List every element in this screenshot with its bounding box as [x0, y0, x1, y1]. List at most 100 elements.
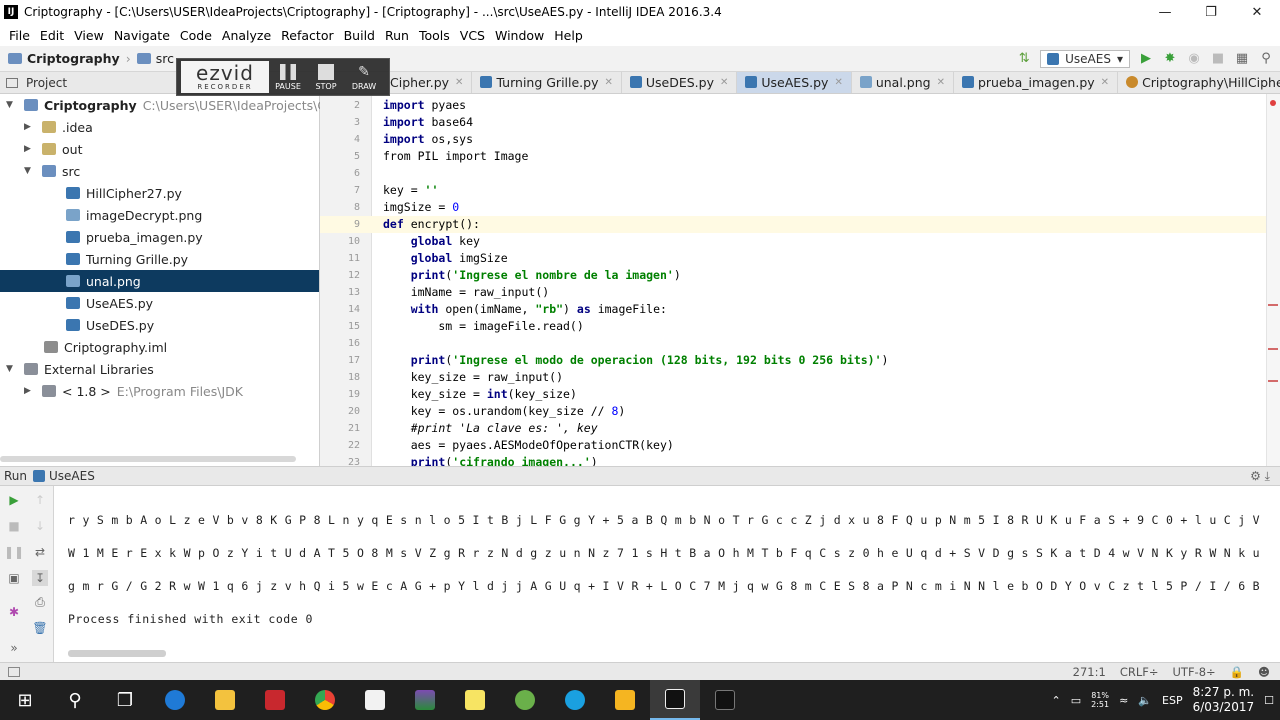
notifications-icon[interactable]: ☐	[1264, 694, 1274, 707]
print-icon[interactable]: ⎙	[32, 594, 48, 610]
store-icon[interactable]	[350, 680, 400, 720]
caret-position[interactable]: 271:1	[1073, 665, 1106, 679]
warning-marker[interactable]	[1268, 380, 1278, 382]
scroll-down-icon[interactable]: ↓	[32, 518, 48, 534]
ezvid-draw-button[interactable]: ✎ DRAW	[345, 64, 383, 91]
file-encoding[interactable]: UTF-8÷	[1173, 665, 1216, 679]
menu-analyze[interactable]: Analyze	[217, 28, 276, 43]
reader-app-icon[interactable]	[250, 680, 300, 720]
minimize-icon[interactable]: —	[1142, 5, 1188, 20]
debug-icon[interactable]: ✸	[1162, 51, 1178, 67]
chevron-up-icon[interactable]: ⌃	[1052, 694, 1061, 707]
menu-navigate[interactable]: Navigate	[109, 28, 175, 43]
stop-icon[interactable]: ■	[1210, 51, 1226, 67]
utorrent-icon[interactable]	[500, 680, 550, 720]
ezvid-pause-button[interactable]: PAUSE	[269, 63, 307, 91]
run-config-name[interactable]: UseAES	[49, 469, 95, 483]
windows-start-icon[interactable]: ⊞	[0, 680, 50, 720]
tree-item-idea[interactable]: ▶ .idea	[24, 116, 93, 138]
build-icon[interactable]: ⇅	[1016, 51, 1032, 67]
wifi-icon[interactable]: ≈	[1119, 694, 1128, 707]
breadcrumb-src[interactable]: src	[156, 51, 174, 66]
tree-item-hillcipher27[interactable]: HillCipher27.py	[66, 182, 182, 204]
project-structure-icon[interactable]: ▦	[1234, 51, 1250, 67]
tree-item-src[interactable]: ▼ src	[24, 160, 80, 182]
clear-all-icon[interactable]: 🗑	[32, 620, 48, 636]
run-icon[interactable]: ▶	[1138, 51, 1154, 67]
menu-code[interactable]: Code	[175, 28, 217, 43]
pin-tab-icon[interactable]: ✱	[6, 604, 22, 620]
tree-item-unal-png[interactable]: unal.png	[0, 270, 319, 292]
console-horizontal-scrollbar[interactable]	[68, 650, 166, 657]
code-editor[interactable]: 2 import pyaes 3 import base64 4 import os,…	[320, 94, 1280, 466]
edge-browser-icon[interactable]	[150, 680, 200, 720]
tree-item-useaes[interactable]: UseAES.py	[66, 292, 153, 314]
coverage-icon[interactable]: ◉	[1186, 51, 1202, 67]
restore-icon[interactable]: ❐	[1188, 5, 1234, 20]
rerun-icon[interactable]: ▶	[6, 492, 22, 508]
warning-marker[interactable]	[1268, 348, 1278, 350]
skype-icon[interactable]	[550, 680, 600, 720]
intellij-taskbar-icon[interactable]	[650, 680, 700, 720]
search-everywhere-icon[interactable]: ⚲	[1258, 51, 1274, 67]
menu-edit[interactable]: Edit	[35, 28, 69, 43]
stop-icon[interactable]: ■	[6, 518, 22, 534]
folder-app-icon[interactable]	[600, 680, 650, 720]
menu-view[interactable]: View	[69, 28, 109, 43]
tree-item-criptography-iml[interactable]: Criptography.iml	[44, 336, 167, 358]
hector-icon[interactable]: ☻	[1258, 665, 1270, 679]
tree-item-usedes[interactable]: UseDES.py	[66, 314, 154, 336]
chrome-icon[interactable]	[300, 680, 350, 720]
menu-refactor[interactable]: Refactor	[276, 28, 338, 43]
scroll-to-end-icon[interactable]: ↧	[32, 570, 48, 586]
language-indicator[interactable]: ESP	[1162, 694, 1183, 707]
movie-maker-icon[interactable]	[400, 680, 450, 720]
project-horizontal-scrollbar[interactable]	[0, 456, 296, 462]
close-tab-icon[interactable]: ✕	[455, 77, 463, 88]
close-tab-icon[interactable]: ✕	[720, 77, 728, 88]
restore-layout-icon[interactable]: ▣	[6, 570, 22, 586]
tree-item-turning-grille[interactable]: Turning Grille.py	[66, 248, 188, 270]
tab-useaes[interactable]: UseAES.py ✕	[737, 72, 852, 93]
close-icon[interactable]: ✕	[1234, 5, 1280, 20]
menu-build[interactable]: Build	[339, 28, 380, 43]
close-tab-icon[interactable]: ✕	[937, 77, 945, 88]
terminal-icon[interactable]	[700, 680, 750, 720]
editor-vertical-scrollbar[interactable]	[1266, 94, 1280, 466]
menu-tools[interactable]: Tools	[414, 28, 455, 43]
tab-usedes[interactable]: UseDES.py ✕	[622, 72, 738, 93]
pause-output-icon[interactable]: ❚❚	[4, 544, 24, 560]
battery-icon[interactable]: ▭	[1071, 694, 1081, 707]
breadcrumb-project[interactable]: Criptography	[27, 51, 120, 66]
tree-item-out[interactable]: ▶ out	[24, 138, 82, 160]
tab-unal-png[interactable]: unal.png ✕	[852, 72, 954, 93]
file-explorer-icon[interactable]	[200, 680, 250, 720]
tree-item-imagedecrypt[interactable]: imageDecrypt.png	[66, 204, 202, 226]
menu-vcs[interactable]: VCS	[455, 28, 490, 43]
menu-help[interactable]: Help	[549, 28, 588, 43]
close-tab-icon[interactable]: ✕	[834, 77, 842, 88]
tab-turning-grille[interactable]: Turning Grille.py ✕	[472, 72, 622, 93]
sticky-notes-icon[interactable]	[450, 680, 500, 720]
tree-item-jdk[interactable]: ▶ < 1.8 > E:\Program Files\JDK	[24, 380, 243, 402]
soft-wrap-icon[interactable]: ⇄	[32, 544, 48, 560]
tab-criptography-hillcipher[interactable]: Criptography\HillCipher.py✕	[1118, 72, 1280, 93]
clock[interactable]: 8:27 p. m. 6/03/2017	[1193, 685, 1255, 715]
search-icon[interactable]: ⚲	[50, 680, 100, 720]
line-separator[interactable]: CRLF÷	[1120, 665, 1159, 679]
warning-marker[interactable]	[1268, 304, 1278, 306]
tool-windows-icon[interactable]	[8, 666, 20, 677]
settings-gear-icon[interactable]: ⚙ ⤓	[1250, 469, 1270, 484]
menu-window[interactable]: Window	[490, 28, 549, 43]
close-tab-icon[interactable]: ✕	[604, 77, 612, 88]
tab-prueba-imagen[interactable]: prueba_imagen.py ✕	[954, 72, 1119, 93]
error-marker[interactable]	[1270, 100, 1276, 106]
close-tab-icon[interactable]: ✕	[1101, 77, 1109, 88]
task-view-icon[interactable]: ❐	[100, 680, 150, 720]
run-console-output[interactable]: . . . . . . . . . . . . . . . . . . . . …	[54, 486, 1280, 662]
tree-item-prueba-imagen[interactable]: prueba_imagen.py	[66, 226, 203, 248]
run-config-select[interactable]: UseAES ▾	[1040, 49, 1130, 68]
menu-file[interactable]: File	[4, 28, 35, 43]
scroll-up-icon[interactable]: ↑	[32, 492, 48, 508]
menu-run[interactable]: Run	[380, 28, 414, 43]
